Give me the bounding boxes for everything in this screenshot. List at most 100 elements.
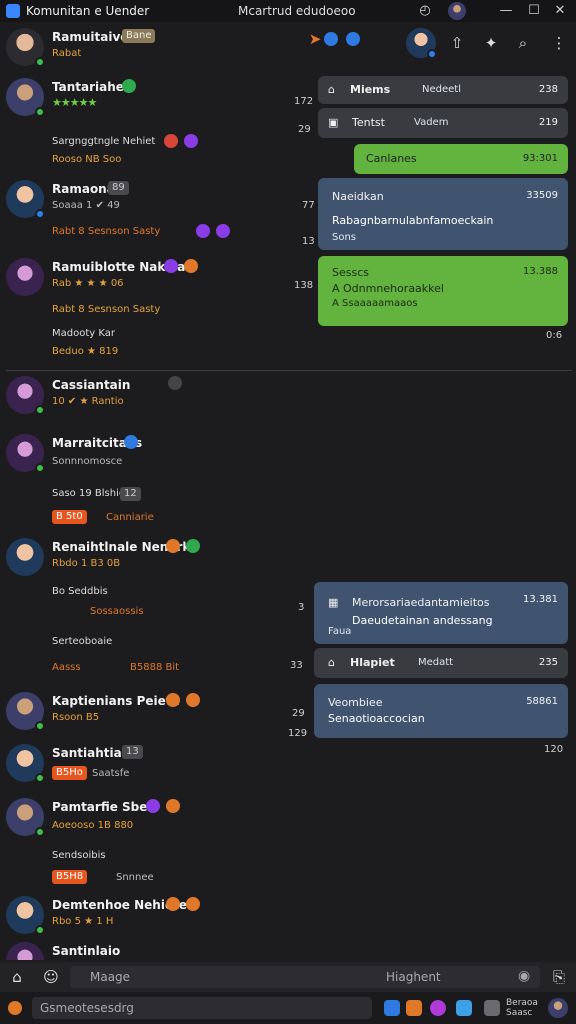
home-icon: ⌂ xyxy=(328,83,335,96)
list-item[interactable]: Santiahtiaie 13 B5Ho Saatsfe xyxy=(0,744,300,798)
card-title: Canlanes xyxy=(366,152,417,165)
contact-name: Santinlaio xyxy=(52,944,121,958)
message-card[interactable]: Naeidkan 33509 Rabagnbarnulabnfamoeckain… xyxy=(318,178,568,250)
card-subtitle: Nedeetl xyxy=(422,84,461,95)
contact-name: Kaptienians Peieta xyxy=(52,694,180,708)
badge-icon xyxy=(124,435,138,449)
verified-icon xyxy=(122,79,136,93)
taskbar-icon[interactable] xyxy=(456,1000,472,1016)
contact-tag: 12 xyxy=(120,487,141,501)
maximize-button[interactable]: ☐ xyxy=(524,2,544,20)
attach-icon[interactable]: ⎘ xyxy=(548,966,570,988)
card-body: Daeudetainan andessang xyxy=(352,614,493,627)
timestamp: 13 xyxy=(302,236,315,247)
list-item[interactable]: Ramaona 89 Soaaa 1 ✔ 49 Rabt 8 Sesnson S… xyxy=(0,180,300,260)
taskbar-icon[interactable] xyxy=(430,1000,446,1016)
contact-extra: Snnnee xyxy=(116,872,154,883)
user-label: Beraoa Saasc xyxy=(506,998,538,1018)
app-logo-icon xyxy=(6,4,20,18)
badge-icon xyxy=(164,259,178,273)
list-item[interactable]: Demtenhoe Nehiete Rbo 5 ★ 1 H xyxy=(0,896,300,946)
app-icon[interactable] xyxy=(8,1001,22,1015)
contact-rating: ★★★★★ xyxy=(52,96,97,109)
emoji-icon[interactable]: ☺ xyxy=(40,966,62,988)
avatar xyxy=(6,744,45,783)
card-body: A Odnmnehoraakkel xyxy=(332,282,444,295)
globe-icon[interactable] xyxy=(324,32,338,46)
user-avatar[interactable] xyxy=(548,998,568,1018)
search-placeholder: Gsmeotesesdrg xyxy=(40,1001,134,1015)
contact-name: Tantariahe xyxy=(52,80,124,94)
taskbar-icon[interactable] xyxy=(484,1000,500,1016)
share-icon[interactable]: ⇧ xyxy=(446,32,468,54)
taskbar-icon[interactable] xyxy=(406,1000,422,1016)
compass-icon[interactable]: ➤ xyxy=(304,28,326,50)
avatar xyxy=(6,376,45,415)
contact-extra: Sossaossis xyxy=(90,606,144,617)
close-button[interactable]: ✕ xyxy=(550,2,570,20)
message-input[interactable]: Maage Hiaghent ◉ xyxy=(70,966,540,988)
message-card[interactable]: Canlanes 93:301 xyxy=(354,144,568,174)
timestamp: 172 xyxy=(294,96,314,107)
list-item[interactable]: Cassiantain 10 ✔ ★ Rantio xyxy=(0,376,300,426)
minimize-button[interactable]: — xyxy=(496,2,516,20)
message-card[interactable]: ▣ Tentst Vadem 219 xyxy=(318,108,568,138)
taskbar-icon[interactable] xyxy=(384,1000,400,1016)
status-badge: B5H8 xyxy=(52,870,88,884)
list-item[interactable]: Kaptienians Peieta Rsoon B5 xyxy=(0,692,300,742)
badge-icon xyxy=(196,224,210,238)
list-item[interactable]: Tantariahe ★★★★★ Sargnggtngle Nehiet Roo… xyxy=(0,78,300,165)
badge-icon xyxy=(186,897,200,911)
avatar xyxy=(6,180,45,219)
send-icon[interactable]: ◉ xyxy=(518,968,530,984)
message-card[interactable]: ⌂ Hlapiet Medatt 235 xyxy=(314,648,568,678)
pin-icon[interactable]: ✦ xyxy=(480,32,502,54)
card-count: 238 xyxy=(538,84,558,95)
message-card[interactable]: Veombiee 58861 Senaotioaccocian xyxy=(314,684,568,738)
timestamp: 29 xyxy=(292,708,305,719)
timestamp: 3 xyxy=(298,602,305,613)
search-icon[interactable]: ⌕ xyxy=(512,32,534,54)
badge-icon xyxy=(186,693,200,707)
card-time: 33509 xyxy=(526,190,558,201)
list-item[interactable]: Santinlaio xyxy=(0,942,300,960)
message-card[interactable]: ⌂ Miems Nedeetl 238 xyxy=(318,76,568,104)
card-title: Tentst xyxy=(352,116,385,129)
contact-sub: Aoeooso 1B 880 xyxy=(52,820,134,831)
badge-icon xyxy=(184,134,198,148)
card-body: Rabagnbarnulabnfamoeckain xyxy=(332,214,494,227)
list-item[interactable]: Pamtarfie Sbes Aoeooso 1B 880 Sendsoibis… xyxy=(0,798,300,908)
contact-tag: 89 xyxy=(108,181,129,195)
card-title: Hlapiet xyxy=(350,656,395,669)
contact-sub: 10 ✔ ★ Rantio xyxy=(52,396,124,407)
search-input[interactable]: Gsmeotesesdrg xyxy=(32,997,372,1019)
timestamp: 138 xyxy=(294,280,314,291)
card-meta: Sons xyxy=(332,232,357,243)
title-bar: Komunitan e Uender Mcartrud edudoeoo ◴ —… xyxy=(0,0,576,22)
card-subtitle: Vadem xyxy=(414,117,449,128)
contact-tag: 13 xyxy=(122,745,143,759)
clock-icon[interactable]: ◴ xyxy=(414,0,436,22)
toolbar-avatar[interactable] xyxy=(406,28,437,59)
avatar xyxy=(6,692,45,731)
contact-sub: Rsoon B5 xyxy=(52,712,100,723)
card-meta: A Ssaaaaamaaos xyxy=(332,298,418,309)
card-title: Naeidkan xyxy=(332,190,384,203)
card-subtitle: Medatt xyxy=(418,657,454,668)
list-item[interactable]: Ramuiblotte Nakeia Rab ★ ★ ★ 06 Rabt 8 S… xyxy=(0,258,300,357)
shield-icon[interactable] xyxy=(346,32,360,46)
list-item[interactable]: Marraitcitaes Sonnnomosce Saso 19 Blshio… xyxy=(0,434,300,524)
contact-subline: Serteoboaie xyxy=(52,636,113,647)
message-card[interactable]: ▦ Merorsariaedantamieitos 13.381 Daeudet… xyxy=(314,582,568,644)
home-icon[interactable]: ⌂ xyxy=(6,966,28,988)
more-icon[interactable]: ⋮ xyxy=(548,32,570,54)
contact-subline: Aasss xyxy=(52,662,81,673)
avatar xyxy=(6,538,44,576)
profile-avatar[interactable] xyxy=(448,2,466,20)
badge-icon xyxy=(186,539,200,553)
list-item[interactable]: Renaihtlnale Nenerk Rbdo 1 B3 0B Bo Sedd… xyxy=(0,538,300,678)
avatar xyxy=(6,434,45,473)
message-card[interactable]: Sesscs 13.388 A Odnmnehoraakkel A Ssaaaa… xyxy=(318,256,568,326)
card-count: 219 xyxy=(538,117,558,128)
contact-sub: Soaaa 1 ✔ 49 xyxy=(52,200,120,211)
